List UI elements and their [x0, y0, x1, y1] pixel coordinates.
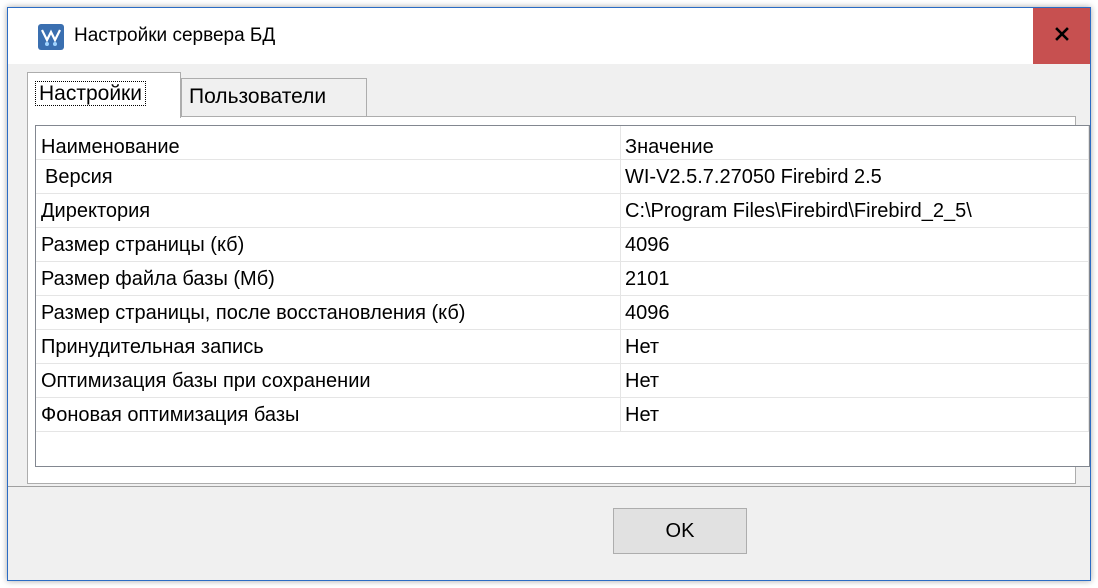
- tab-settings-label: Настройки: [35, 81, 146, 106]
- row-value-cell: WI-V2.5.7.27050 Firebird 2.5: [621, 160, 1089, 194]
- window-title: Настройки сервера БД: [74, 25, 276, 46]
- row-value-cell: 4096: [621, 296, 1089, 330]
- title-bar[interactable]: Настройки сервера БД: [8, 8, 1090, 64]
- table-row[interactable]: Размер страницы, после восстановления (к…: [36, 296, 1089, 330]
- grid-header: Наименование Значение: [36, 126, 1089, 160]
- tab-users[interactable]: Пользователи: [181, 78, 367, 116]
- row-name-cell: Оптимизация базы при сохранении: [36, 364, 621, 398]
- database-server-icon: [38, 24, 64, 50]
- settings-dialog: Настройки сервера БД Настройки Пользоват…: [7, 7, 1091, 581]
- column-header-name[interactable]: Наименование: [36, 126, 621, 160]
- table-row[interactable]: Размер файла базы (Мб) 2101: [36, 262, 1089, 296]
- row-name-cell: Фоновая оптимизация базы: [36, 398, 621, 432]
- row-name-cell: Принудительная запись: [36, 330, 621, 364]
- ok-button[interactable]: OK: [613, 508, 747, 554]
- row-value-cell: 4096: [621, 228, 1089, 262]
- row-name-cell: Директория: [36, 194, 621, 228]
- dialog-client-area: Настройки Пользователи Наименование Знач…: [8, 64, 1090, 580]
- row-name-cell: Размер страницы, после восстановления (к…: [36, 296, 621, 330]
- close-icon: [1054, 26, 1069, 46]
- table-row[interactable]: Версия WI-V2.5.7.27050 Firebird 2.5: [36, 160, 1089, 194]
- table-row[interactable]: Оптимизация базы при сохранении Нет: [36, 364, 1089, 398]
- row-value-cell: C:\Program Files\Firebird\Firebird_2_5\: [621, 194, 1089, 228]
- tab-settings[interactable]: Настройки: [27, 72, 181, 118]
- close-button[interactable]: [1033, 8, 1090, 64]
- row-name-cell: Размер страницы (кб): [36, 228, 621, 262]
- row-name-cell: Размер файла базы (Мб): [36, 262, 621, 296]
- footer-divider: [8, 486, 1090, 487]
- column-header-value[interactable]: Значение: [621, 126, 1089, 160]
- table-row[interactable]: Принудительная запись Нет: [36, 330, 1089, 364]
- row-value-cell: 2101: [621, 262, 1089, 296]
- table-row[interactable]: Размер страницы (кб) 4096: [36, 228, 1089, 262]
- row-value-cell: Нет: [621, 330, 1089, 364]
- settings-tab-panel: Наименование Значение Версия WI-V2.5.7.2…: [27, 116, 1090, 484]
- table-row[interactable]: Фоновая оптимизация базы Нет: [36, 398, 1089, 432]
- table-row[interactable]: Директория C:\Program Files\Firebird\Fir…: [36, 194, 1089, 228]
- settings-grid[interactable]: Наименование Значение Версия WI-V2.5.7.2…: [35, 125, 1090, 467]
- row-value-cell: Нет: [621, 398, 1089, 432]
- row-name-cell: Версия: [36, 160, 621, 194]
- row-value-cell: Нет: [621, 364, 1089, 398]
- tab-users-label: Пользователи: [189, 85, 327, 108]
